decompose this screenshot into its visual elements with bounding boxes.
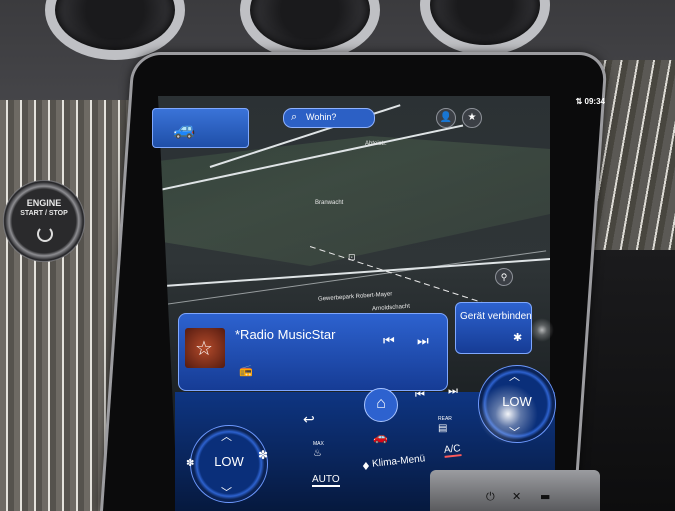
light-glare (530, 318, 554, 342)
volume-slider-icon[interactable]: ▬ (540, 490, 550, 503)
favorites-button[interactable]: ★ (462, 108, 482, 128)
status-clock: ⇅ 09:34 (575, 97, 605, 106)
skip-forward-icon[interactable]: ⏭ (417, 334, 429, 349)
car-interior: ENGINE START / STOP Branwacht Abteistr. … (0, 0, 675, 511)
back-arrow-icon[interactable]: ↩ (303, 412, 315, 428)
auto-button[interactable]: AUTO (312, 474, 340, 487)
bluetooth-icon: ✱ (513, 331, 523, 344)
route-marker: ⊡ (348, 252, 356, 262)
light-glare (478, 384, 538, 444)
profile-icon: 👤 (439, 112, 453, 123)
temp-up-icon[interactable]: ︿ (221, 428, 232, 444)
skip-back-icon[interactable]: ⏮ (415, 388, 425, 402)
map-label: Abteistr. (365, 141, 387, 147)
star-icon: ★ (467, 112, 477, 123)
skip-forward-icon[interactable]: ⏭ (448, 384, 458, 398)
map-label: Branwacht (315, 200, 344, 206)
temp-up-icon[interactable]: ︿ (509, 368, 520, 384)
map-zoom-button[interactable]: ⚲ (495, 268, 513, 286)
max-defrost-label: MAX (313, 441, 324, 447)
air-vent-right (420, 0, 550, 55)
power-icon (37, 226, 53, 242)
mute-icon[interactable]: ✕ (512, 490, 521, 503)
station-name: *Radio MusicStar (235, 327, 336, 342)
air-vent-left (45, 0, 185, 60)
rear-defrost-label: REAR (438, 416, 452, 422)
temp-down-icon[interactable]: ﹀ (221, 484, 232, 500)
media-widget[interactable]: ☆ *Radio MusicStar 📻 ⏮ ⏭ (178, 313, 448, 391)
connect-device-panel[interactable]: Gerät verbinden ✱ (455, 302, 532, 354)
radio-icon: 📻 (239, 364, 253, 377)
engine-start-stop-button[interactable]: ENGINE START / STOP (3, 180, 85, 262)
start-stop-label: START / STOP (20, 210, 68, 217)
station-logo: ☆ (185, 328, 225, 368)
fan-icon[interactable]: ✽ (186, 458, 194, 469)
star-icon: ☆ (195, 338, 213, 360)
car-icon: 🚙 (173, 119, 196, 140)
signal-icon: ⇅ (575, 97, 585, 106)
home-icon: ⌂ (376, 395, 386, 412)
rear-defrost-icon[interactable]: ▤ (438, 423, 447, 434)
search-icon: ⌕ (291, 110, 298, 123)
air-vent-center (240, 0, 380, 60)
profile-button[interactable]: 👤 (436, 108, 456, 128)
search-placeholder: Wohin? (306, 112, 337, 122)
left-temperature-knob[interactable]: LOW ︿ ﹀ (190, 425, 268, 503)
ac-button[interactable]: A/C (443, 443, 462, 458)
fan-icon[interactable]: ✽ (258, 448, 268, 462)
engine-label: ENGINE (26, 198, 62, 208)
skip-back-icon[interactable]: ⏮ (383, 334, 395, 349)
home-button[interactable]: ⌂ (364, 388, 398, 422)
left-temperature-value: LOW (214, 454, 244, 469)
power-icon[interactable]: ⏻ (486, 490, 495, 504)
seat-heat-icon[interactable]: ♦ (361, 460, 371, 473)
defrost-icon[interactable]: ♨ (313, 448, 322, 459)
zoom-icon: ⚲ (500, 272, 508, 282)
destination-search[interactable]: ⌕ Wohin? (283, 108, 375, 128)
vehicle-tile[interactable]: 🚙 (152, 108, 249, 148)
recirculation-icon[interactable]: 🚗 (373, 430, 388, 444)
map-green-area (158, 136, 550, 266)
connect-device-label: Gerät verbinden (460, 311, 532, 322)
